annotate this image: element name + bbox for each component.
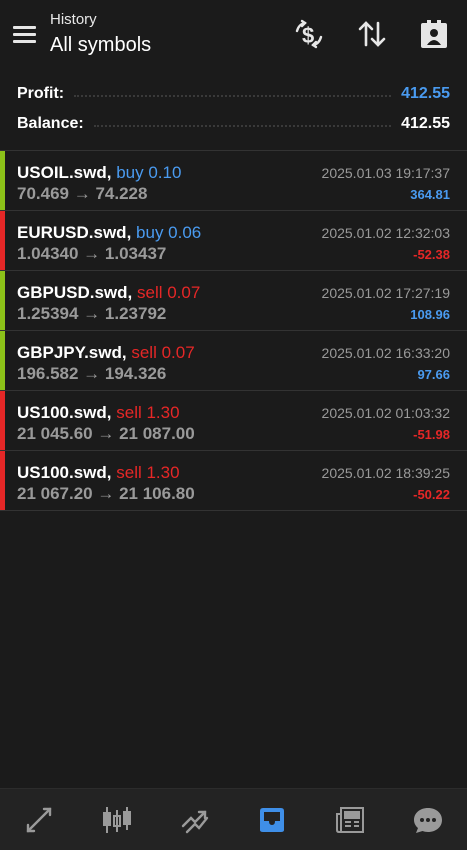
- deal-prices: 21 067.20 → 21 106.80: [17, 484, 195, 503]
- deal-profit: -50.22: [413, 487, 450, 502]
- deal-profit: -51.98: [413, 427, 450, 442]
- history-inbox-icon[interactable]: [252, 800, 292, 840]
- deal-symbol: US100.swd, sell 1.30: [17, 403, 180, 422]
- dotted-leader: [74, 91, 392, 97]
- result-bar: [0, 271, 5, 330]
- result-bar: [0, 151, 5, 210]
- profit-row: Profit: 412.55: [17, 79, 450, 109]
- chat-icon[interactable]: [408, 800, 448, 840]
- deal-time: 2025.01.02 18:39:25: [321, 465, 450, 481]
- deal-side: sell 0.07: [136, 283, 201, 302]
- deal-profit: 108.96: [410, 307, 450, 322]
- currency-exchange-icon[interactable]: $: [293, 18, 325, 50]
- dotted-leader: [93, 121, 392, 127]
- balance-label: Balance:: [17, 115, 84, 132]
- deal-time: 2025.01.02 12:32:03: [321, 225, 450, 241]
- deal-row[interactable]: US100.swd, sell 1.30 21 067.20 → 21 106.…: [0, 451, 467, 511]
- profit-value: 412.55: [401, 85, 450, 102]
- deal-prices: 1.04340 → 1.03437: [17, 244, 167, 263]
- chart-candles-icon[interactable]: [97, 800, 137, 840]
- deal-symbol: GBPUSD.swd, sell 0.07: [17, 283, 201, 302]
- result-bar: [0, 211, 5, 270]
- deals-list: USOIL.swd, buy 0.10 70.469 → 74.228 2025…: [0, 150, 467, 511]
- deal-symbol: US100.swd, sell 1.30: [17, 463, 180, 482]
- deal-symbol: USOIL.swd, buy 0.10: [17, 163, 182, 182]
- deal-row[interactable]: US100.swd, sell 1.30 21 045.60 → 21 087.…: [0, 391, 467, 451]
- deal-side: buy 0.10: [116, 163, 182, 182]
- deal-time: 2025.01.02 17:27:19: [321, 285, 450, 301]
- trade-icon[interactable]: [175, 800, 215, 840]
- deal-time: 2025.01.02 01:03:32: [321, 405, 450, 421]
- deal-side: sell 1.30: [116, 403, 180, 422]
- deal-row[interactable]: EURUSD.swd, buy 0.06 1.04340 → 1.03437 2…: [0, 211, 467, 271]
- deal-prices: 21 045.60 → 21 087.00: [17, 424, 195, 443]
- deal-time: 2025.01.03 19:17:37: [321, 165, 450, 181]
- header-subtitle: History: [50, 11, 97, 28]
- balance-row: Balance: 412.55: [17, 109, 450, 139]
- header-title[interactable]: All symbols: [50, 34, 151, 57]
- result-bar: [0, 391, 5, 450]
- deal-profit: 97.66: [417, 367, 450, 382]
- deal-symbol: GBPJPY.swd, sell 0.07: [17, 343, 195, 362]
- report-clipboard-icon[interactable]: [418, 18, 450, 50]
- app-header: History All symbols $: [0, 0, 467, 76]
- bottom-nav: [0, 788, 467, 850]
- result-bar: [0, 331, 5, 390]
- quotes-icon[interactable]: [19, 800, 59, 840]
- deal-row[interactable]: GBPUSD.swd, sell 0.07 1.25394 → 1.23792 …: [0, 271, 467, 331]
- deal-symbol: EURUSD.swd, buy 0.06: [17, 223, 202, 242]
- deal-prices: 1.25394 → 1.23792: [17, 304, 167, 323]
- deal-row[interactable]: GBPJPY.swd, sell 0.07 196.582 → 194.326 …: [0, 331, 467, 391]
- menu-icon[interactable]: [13, 26, 36, 43]
- deal-side: buy 0.06: [136, 223, 202, 242]
- account-summary: Profit: 412.55 Balance: 412.55: [0, 76, 467, 150]
- deal-prices: 196.582 → 194.326: [17, 364, 167, 383]
- deal-side: sell 1.30: [116, 463, 180, 482]
- result-bar: [0, 451, 5, 510]
- deal-row[interactable]: USOIL.swd, buy 0.10 70.469 → 74.228 2025…: [0, 151, 467, 211]
- deal-side: sell 0.07: [131, 343, 195, 362]
- deal-time: 2025.01.02 16:33:20: [321, 345, 450, 361]
- deal-prices: 70.469 → 74.228: [17, 184, 148, 203]
- sort-arrows-icon[interactable]: [356, 18, 388, 50]
- balance-value: 412.55: [401, 115, 450, 132]
- deal-profit: -52.38: [413, 247, 450, 262]
- profit-label: Profit:: [17, 85, 65, 102]
- deal-profit: 364.81: [410, 187, 450, 202]
- news-icon[interactable]: [330, 800, 370, 840]
